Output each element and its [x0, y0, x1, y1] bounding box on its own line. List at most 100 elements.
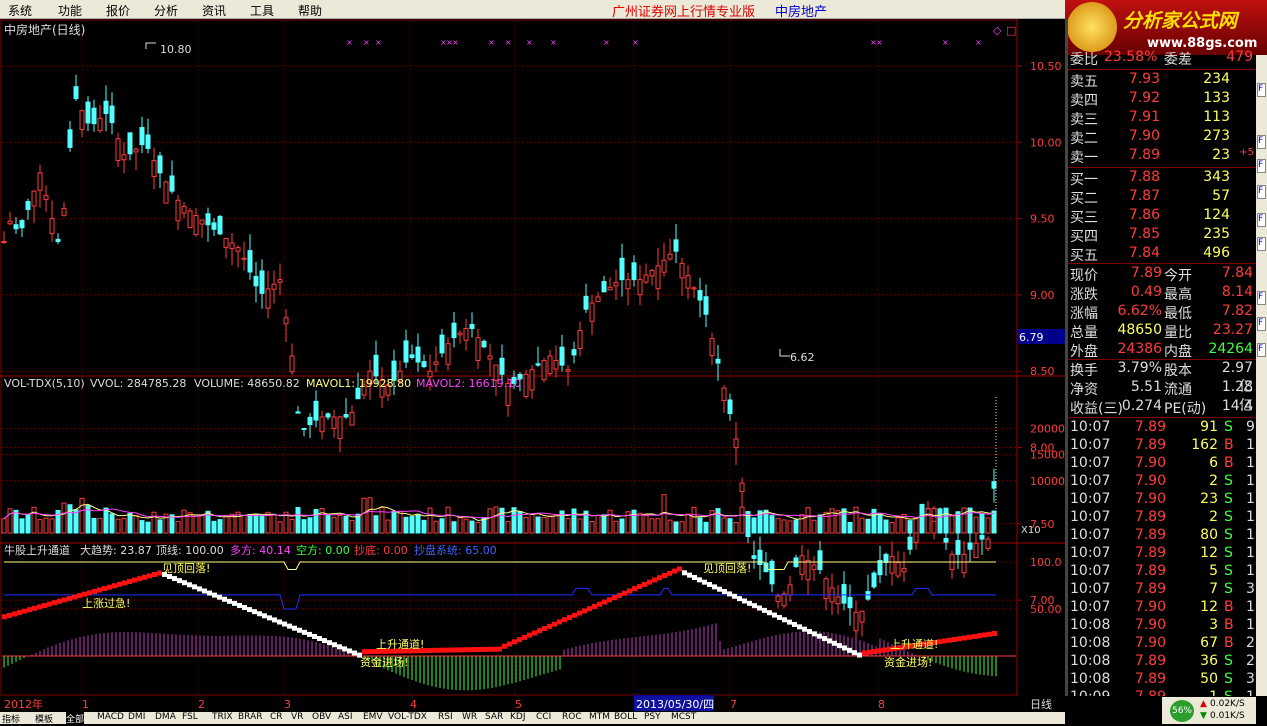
volume-bar: [181, 509, 187, 534]
side-tool-icon[interactable]: F: [1257, 83, 1266, 97]
menu-analysis[interactable]: 分析: [154, 2, 178, 19]
menu-quote[interactable]: 报价: [106, 2, 130, 19]
tab-obv[interactable]: OBV: [312, 712, 331, 722]
tab-模板[interactable]: 模板: [35, 712, 53, 725]
tab-全部[interactable]: 全部: [66, 712, 85, 725]
trend-square: [502, 643, 507, 649]
candle-body: [631, 262, 637, 281]
tick-volume: 80: [1200, 527, 1218, 543]
candle-body: [685, 275, 691, 289]
trend-square: [347, 648, 352, 654]
tick-row: 10:08 7.90 67 B 2: [1068, 635, 1256, 654]
trend-square: [632, 586, 637, 592]
volume-bar: [157, 519, 163, 534]
trend-square: [242, 605, 247, 611]
tab-brar[interactable]: BRAR: [238, 712, 262, 722]
volume-bar: [199, 514, 205, 534]
side-tool-icon[interactable]: F: [1257, 213, 1266, 227]
candle-body: [337, 416, 343, 440]
vol-mavol2: MAVOL2: 16619.10: [416, 377, 521, 390]
volume-bar: [973, 516, 979, 534]
trend-square: [967, 634, 972, 640]
tab-vr[interactable]: VR: [291, 712, 303, 722]
trend-square: [717, 586, 722, 592]
tab-psy[interactable]: PSY: [644, 712, 661, 722]
candle-body: [553, 360, 559, 370]
volume-bar: [211, 520, 217, 534]
candle-body: [727, 399, 733, 415]
stat-value: 7.84: [1221, 265, 1253, 281]
menu-function[interactable]: 功能: [58, 2, 82, 19]
tab-dmi[interactable]: DMI: [128, 712, 145, 722]
side-tool-icon[interactable]: F: [1257, 135, 1266, 149]
tab-vol-tdx[interactable]: VOL-TDX: [388, 712, 427, 722]
kline-chart-area[interactable]: × × × × × × × × × × × × × × × × 中房地产(日线) ◇ □ 10.80 6.62…: [0, 19, 1065, 696]
tab-指标[interactable]: 指标: [2, 712, 20, 725]
trend-square: [822, 636, 827, 642]
ask-label: 卖三: [1070, 112, 1098, 128]
vol-indicator-name[interactable]: VOL-TDX(5,10): [4, 377, 85, 390]
tab-fsl[interactable]: FSL: [182, 712, 198, 722]
tick-count: 9: [1246, 419, 1255, 435]
trend-square: [692, 574, 697, 580]
trend-square: [842, 645, 847, 651]
annotation-top-fall-2: 见顶回落!: [703, 562, 751, 575]
stat-value: 7.82: [1221, 303, 1253, 319]
tab-wr[interactable]: WR: [462, 712, 477, 722]
candle-body: [739, 482, 745, 493]
tick-price: 7.89: [1134, 437, 1166, 453]
tab-mtm[interactable]: MTM: [589, 712, 610, 722]
side-tool-icon[interactable]: F: [1257, 237, 1266, 251]
trend-square: [517, 637, 522, 643]
tab-dma[interactable]: DMA: [155, 712, 176, 722]
tab-boll[interactable]: BOLL: [614, 712, 637, 722]
tab-roc[interactable]: ROC: [562, 712, 582, 722]
tab-mcst[interactable]: MCST: [671, 712, 696, 722]
tick-volume: 3: [1209, 617, 1218, 633]
candle-body: [289, 355, 295, 373]
tab-kdj[interactable]: KDJ: [510, 712, 526, 722]
volume-bar: [637, 512, 643, 534]
price-tick-label: 10.50: [1030, 60, 1062, 73]
side-toolbar: F F F F F F F F F: [1256, 55, 1267, 696]
trend-square: [32, 605, 37, 611]
candle-body: [841, 584, 847, 604]
trend-square: [697, 577, 702, 583]
tick-side: B: [1224, 455, 1234, 471]
trend-indicator-name[interactable]: 牛股上升通道: [4, 543, 70, 557]
stat-label: 最高: [1164, 287, 1192, 303]
side-tool-icon[interactable]: F: [1257, 291, 1266, 305]
tick-count: 1: [1246, 545, 1255, 561]
tab-sar[interactable]: SAR: [485, 712, 503, 722]
menu-news[interactable]: 资讯: [202, 2, 226, 19]
bid-volume: 343: [1203, 169, 1230, 185]
tab-asi[interactable]: ASI: [338, 712, 353, 722]
tab-emv[interactable]: EMV: [363, 712, 383, 722]
stat-label: 涨幅: [1070, 306, 1098, 322]
tab-trix[interactable]: TRIX: [212, 712, 233, 722]
volume-bar: [631, 509, 637, 534]
trend-square: [142, 574, 147, 580]
bid-label: 买三: [1070, 210, 1098, 226]
side-tool-icon[interactable]: F: [1257, 185, 1266, 199]
side-tool-icon[interactable]: F: [1257, 159, 1266, 173]
tab-cci[interactable]: CCI: [536, 712, 551, 722]
trend-square: [537, 628, 542, 634]
cursor-date: 2013/05/30/四: [636, 698, 714, 711]
volume-bar: [535, 516, 541, 534]
menu-tools[interactable]: 工具: [250, 2, 274, 19]
tab-macd[interactable]: MACD: [97, 712, 124, 722]
tick-count: 1: [1246, 491, 1255, 507]
menu-system[interactable]: 系统: [8, 2, 32, 19]
trend-square: [952, 636, 957, 642]
period-label[interactable]: 日线: [1030, 697, 1052, 711]
side-tool-icon[interactable]: F: [1257, 343, 1266, 357]
tab-rsi[interactable]: RSI: [438, 712, 453, 722]
trend-square: [252, 609, 257, 615]
chart-close-icon[interactable]: □: [1006, 24, 1016, 37]
tab-cr[interactable]: CR: [270, 712, 283, 722]
menu-help[interactable]: 帮助: [298, 2, 322, 19]
side-tool-icon[interactable]: F: [1257, 317, 1266, 331]
candle-body: [943, 537, 949, 543]
volume-bar: [67, 504, 73, 534]
